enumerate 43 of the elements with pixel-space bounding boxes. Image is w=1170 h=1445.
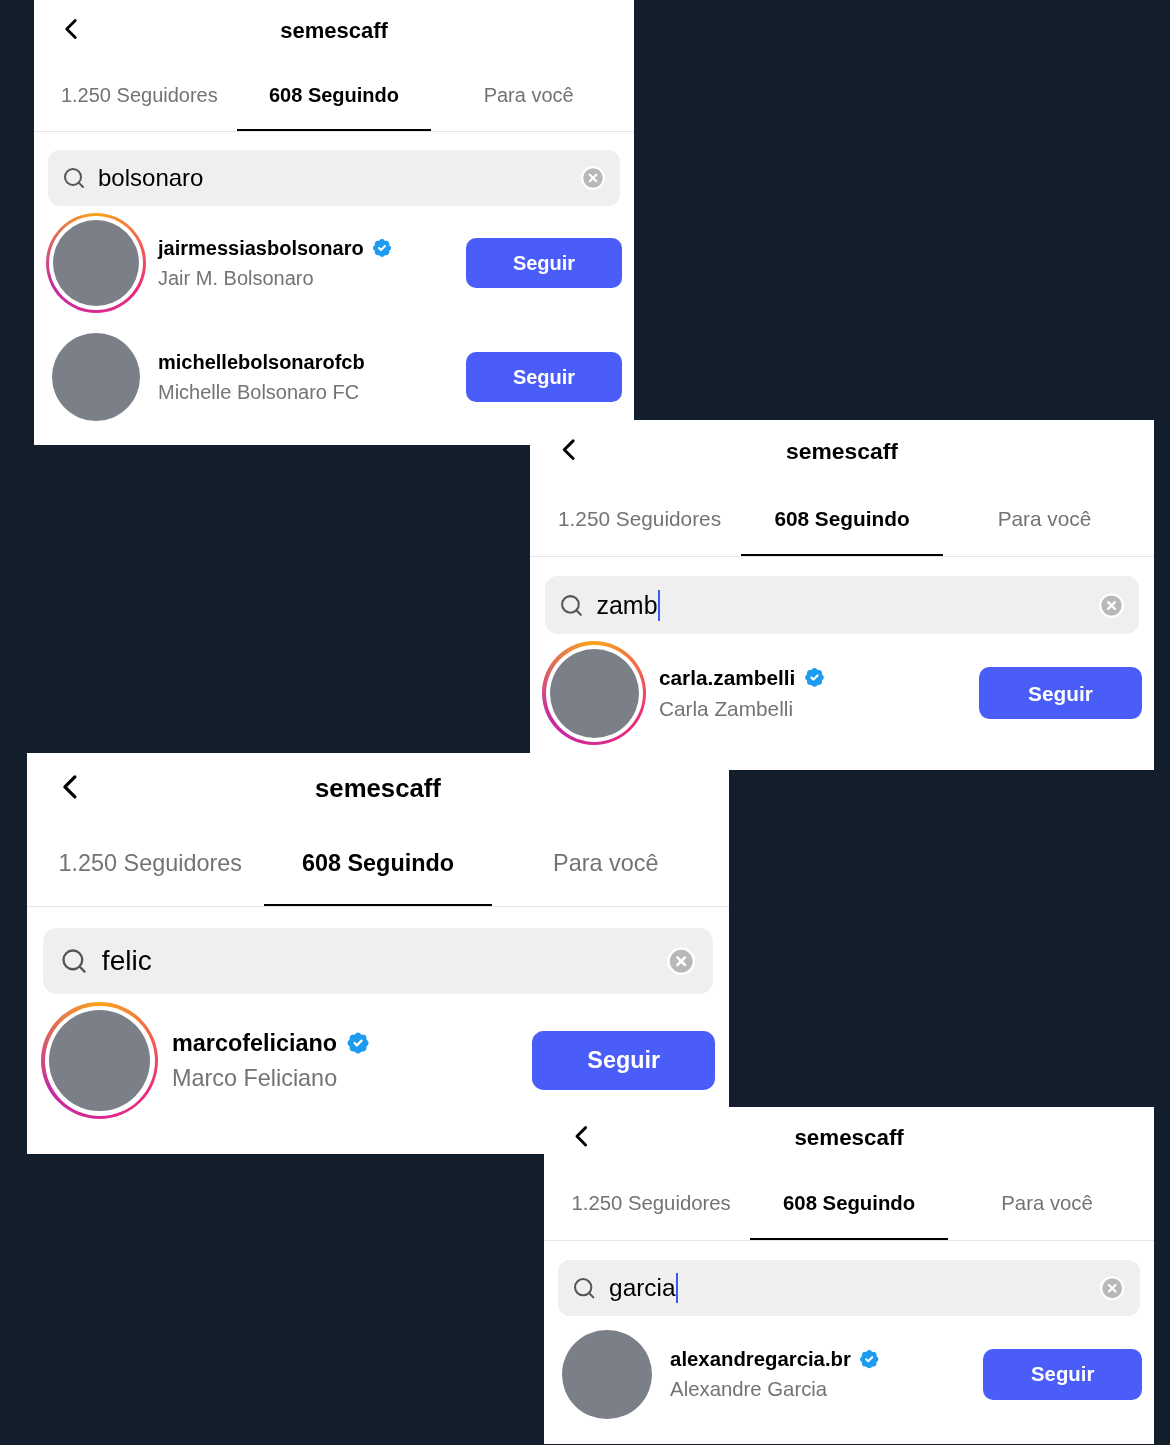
search-field[interactable]: garcia	[558, 1259, 1140, 1317]
search-value: felic	[101, 947, 152, 976]
username[interactable]: alexandregarcia.br	[670, 1343, 851, 1375]
search-field[interactable]: felic	[43, 928, 713, 994]
follow-button[interactable]: Seguir	[532, 1031, 715, 1090]
tab[interactable]: 608 Seguindo	[740, 482, 944, 557]
username[interactable]: michellebolsonarofcb	[158, 347, 365, 377]
full-name: Jair M. Bolsonaro	[158, 266, 315, 291]
search-icon	[559, 592, 585, 618]
follow-button[interactable]: Seguir	[466, 238, 622, 288]
tab[interactable]: 1.250 Seguidores	[538, 482, 741, 557]
tab[interactable]: 608 Seguindo	[750, 1168, 949, 1241]
full-name: Marco Feliciano	[172, 1063, 339, 1093]
follow-button[interactable]: Seguir	[466, 352, 622, 402]
search-value: garcia	[609, 1275, 676, 1301]
search-field[interactable]: bolsonaro	[48, 150, 620, 206]
full-name: Carla Zambelli	[658, 696, 794, 723]
full-name: Alexandre Garcia	[670, 1377, 829, 1403]
username[interactable]: marcofeliciano	[172, 1025, 338, 1061]
tab[interactable]: 1.250 Seguidores	[552, 1168, 751, 1241]
search-icon	[62, 166, 86, 190]
profile-title: semescaff	[280, 16, 388, 45]
tab[interactable]: 608 Seguindo	[236, 60, 432, 131]
tab[interactable]: 608 Seguindo	[264, 823, 492, 907]
search-value: zamb	[596, 592, 658, 618]
tab[interactable]: Para você	[431, 60, 626, 131]
profile-title: semescaff	[786, 437, 898, 467]
search-value: bolsonaro	[98, 166, 204, 190]
full-name: Michelle Bolsonaro FC	[158, 380, 361, 405]
search-icon	[572, 1275, 597, 1301]
tab[interactable]: Para você	[491, 823, 720, 907]
tab[interactable]: 1.250 Seguidores	[42, 60, 237, 131]
search-icon	[59, 947, 88, 976]
username[interactable]: jairmessiasbolsonaro	[158, 233, 364, 263]
tab[interactable]: 1.250 Seguidores	[36, 823, 265, 907]
tab[interactable]: Para você	[948, 1168, 1147, 1241]
search-field[interactable]: zamb	[544, 576, 1140, 635]
follow-button[interactable]: Seguir	[983, 1349, 1142, 1400]
tab[interactable]: Para você	[943, 482, 1146, 557]
follow-button[interactable]: Seguir	[979, 667, 1142, 720]
profile-title: semescaff	[794, 1123, 904, 1152]
profile-title: semescaff	[315, 772, 441, 804]
username[interactable]: carla.zambelli	[658, 662, 796, 694]
